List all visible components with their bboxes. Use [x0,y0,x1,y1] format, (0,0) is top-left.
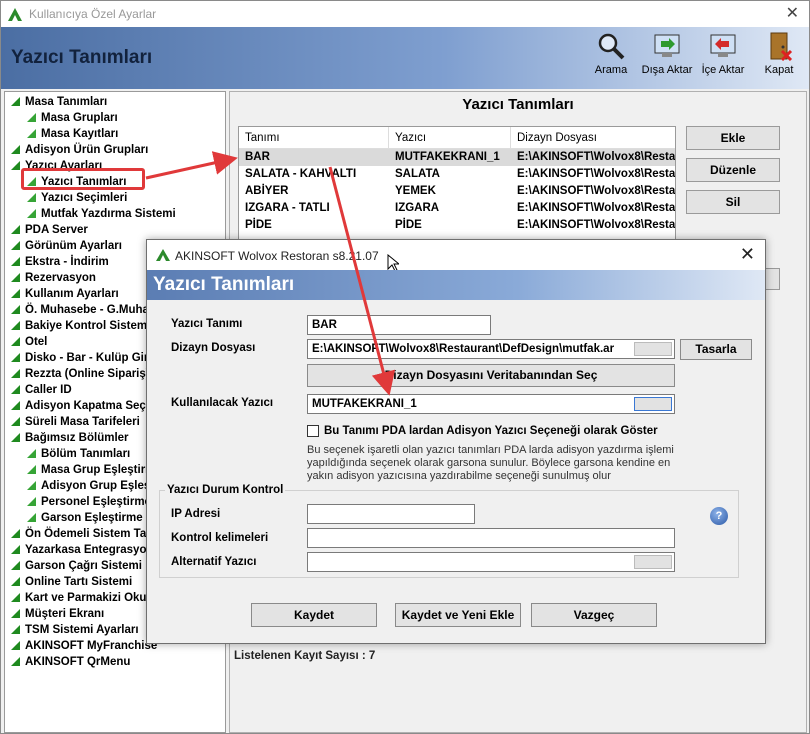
arrow-to-printer-field [328,166,396,396]
arrow-to-table-row [145,151,238,180]
annotation-arrows [145,151,396,396]
